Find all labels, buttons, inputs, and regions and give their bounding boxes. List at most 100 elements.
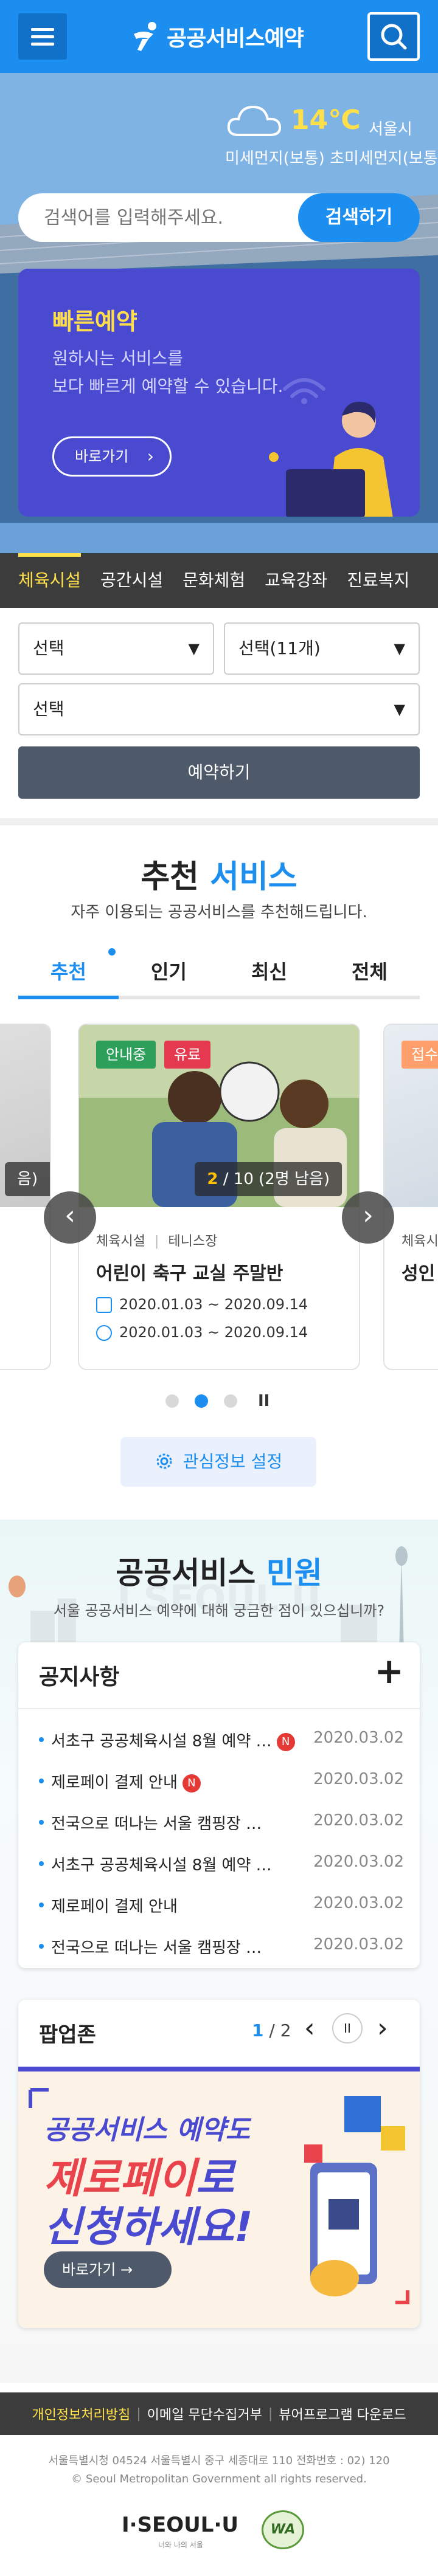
status-badge: 접수 bbox=[401, 1041, 438, 1069]
service-card-prev[interactable]: 음) bbox=[0, 1024, 51, 1370]
logo-text: 공공서비스예약 bbox=[167, 26, 304, 51]
new-badge: N bbox=[276, 1733, 295, 1751]
temperature: 14℃ bbox=[291, 105, 361, 136]
quick-reservation-card: 빠른예약 원하시는 서비스를 보다 빠르게 예약할 수 있습니다. 바로가기 › bbox=[18, 269, 420, 517]
select-value: 선택 bbox=[33, 638, 64, 658]
zeropay-banner[interactable]: 공공서비스 예약도 제로페이로 신청하세요! 바로가기 → bbox=[18, 2067, 420, 2328]
service-card-next[interactable]: 접수 체육시 성인 bbox=[383, 1024, 438, 1370]
search-bar: 검색하기 bbox=[18, 193, 420, 242]
reserve-button[interactable]: 예약하기 bbox=[18, 746, 420, 799]
gear-icon bbox=[156, 1453, 172, 1469]
clock-icon bbox=[96, 1325, 112, 1341]
notice-item[interactable]: 서초구 공공체육시설 8월 예약 … N 2020.03.02 bbox=[39, 1729, 404, 1753]
header-search-button[interactable] bbox=[367, 12, 420, 61]
banner-go-button[interactable]: 바로가기 → bbox=[44, 2251, 172, 2288]
tab-all[interactable]: 전체 bbox=[319, 948, 420, 996]
footer-address: 서울특별시청 04524 서울특별시 중구 세종대로 110 전화번호 : 02… bbox=[0, 2452, 438, 2488]
notice-date: 2020.03.02 bbox=[313, 1811, 404, 1830]
tab-education[interactable]: 교육강좌 bbox=[265, 553, 327, 608]
card-category: 체육시 bbox=[401, 1234, 438, 1249]
banner-line-1: 공공서비스 예약도 bbox=[44, 2115, 251, 2146]
tab-popular[interactable]: 인기 bbox=[119, 948, 219, 996]
viewer-download-link[interactable]: 뷰어프로그램 다운로드 bbox=[279, 2404, 406, 2423]
bullet bbox=[39, 1944, 44, 1949]
interest-settings-button[interactable]: 관심정보 설정 bbox=[120, 1437, 316, 1487]
popup-zone: 팝업존 1 / 2 ‹ II › 공공서비스 예약도 제로페이로 신청하세요! … bbox=[18, 2000, 420, 2328]
menu-icon-line bbox=[31, 43, 54, 46]
region-select[interactable]: 선택 ▼ bbox=[18, 622, 214, 675]
interest-label: 관심정보 설정 bbox=[182, 1452, 283, 1472]
notice-item-title: 전국으로 떠나는 서울 캠핑장 … bbox=[51, 1939, 262, 1957]
carousel-next-button[interactable]: › bbox=[342, 1191, 394, 1244]
notice-item[interactable]: 서초구 공공체육시설 8월 예약 … 2020.03.02 bbox=[39, 1853, 404, 1877]
site-logo[interactable]: 공공서비스예약 bbox=[131, 15, 308, 58]
notice-item-title: 서초구 공공체육시설 8월 예약 … bbox=[51, 1856, 272, 1875]
page-dot-active[interactable] bbox=[195, 1394, 208, 1408]
notice-text: 서초구 공공체육시설 8월 예약 … bbox=[51, 1732, 272, 1751]
divider bbox=[18, 1708, 420, 1709]
dust-status: 미세먼지(보통) 초미세먼지(보통) bbox=[225, 150, 438, 168]
caret-down-icon: ▼ bbox=[188, 640, 200, 657]
search-input[interactable] bbox=[44, 193, 299, 242]
tab-sports-facility[interactable]: 체육시설 bbox=[18, 553, 82, 608]
notice-item[interactable]: 제로페이 결제 안내 N 2020.03.02 bbox=[39, 1770, 404, 1794]
pause-button[interactable]: II bbox=[332, 2013, 363, 2044]
notice-date: 2020.03.02 bbox=[313, 1935, 404, 1954]
quick-description: 원하시는 서비스를 bbox=[52, 348, 183, 368]
address-text: 서울특별시청 04524 서울특별시 중구 세종대로 110 전화번호 : 02… bbox=[48, 2454, 390, 2467]
separator: | bbox=[136, 2406, 141, 2422]
civil-service-title: 공공서비스 민원 bbox=[0, 1549, 438, 1593]
count-current: 2 bbox=[207, 1170, 218, 1188]
chevron-right-icon[interactable]: › bbox=[377, 2013, 388, 2044]
tab-recommended[interactable]: 추천 bbox=[18, 948, 119, 996]
notice-date: 2020.03.02 bbox=[313, 1729, 404, 1747]
notice-item-title: 전국으로 떠나는 서울 캠핑장 … bbox=[51, 1815, 262, 1833]
detail-select[interactable]: 선택 ▼ bbox=[18, 683, 420, 735]
notice-item[interactable]: 전국으로 떠나는 서울 캠핑장 … 2020.03.02 bbox=[39, 1811, 404, 1836]
remaining-count: 음) bbox=[4, 1162, 50, 1196]
notice-panel: 공지사항 + 서초구 공공체육시설 8월 예약 … N 2020.03.02 제로… bbox=[18, 1642, 420, 1968]
iseoulu-logo: I·SEOUL·U bbox=[122, 2513, 238, 2537]
card-date: 2020.01.03 ~ 2020.09.14 bbox=[96, 1296, 308, 1313]
iseoulu-logo-sub: 너와 나의 서울 bbox=[158, 2541, 203, 2549]
bullet bbox=[39, 1903, 44, 1907]
active-tab-indicator bbox=[18, 996, 119, 999]
page-dot[interactable] bbox=[165, 1394, 179, 1408]
count-rest: / 10 (2명 남음) bbox=[218, 1170, 330, 1188]
civil-service-subtitle: 서울 공공서비스 예약에 대해 궁금한 점이 있으십니까? bbox=[53, 1602, 385, 1619]
select-value: 선택(11개) bbox=[238, 638, 321, 658]
email-refusal-link[interactable]: 이메일 무단수집거부 bbox=[147, 2404, 262, 2423]
weather-widget: 14℃ 서울시 미세먼지(보통) 초미세먼지(보통) bbox=[225, 98, 438, 171]
page-dot[interactable] bbox=[224, 1394, 237, 1408]
popup-page-total: / 2 bbox=[269, 2020, 291, 2040]
privacy-policy-link[interactable]: 개인정보처리방침 bbox=[32, 2404, 130, 2423]
quick-title: 빠른예약 bbox=[52, 308, 137, 335]
civil-title-accent: 민원 bbox=[266, 1555, 322, 1591]
remaining-count: 2 / 10 (2명 남음) bbox=[195, 1162, 342, 1196]
pause-icon[interactable]: II bbox=[258, 1392, 269, 1410]
popup-title: 팝업존 bbox=[39, 2023, 96, 2047]
tab-space-facility[interactable]: 공간시설 bbox=[100, 553, 163, 608]
service-card[interactable]: 안내중 유료 2 / 10 (2명 남음) 체육시설 | 테니스장 어린이 축구… bbox=[78, 1024, 360, 1370]
plus-icon[interactable]: + bbox=[374, 1653, 404, 1689]
facility-select[interactable]: 선택(11개) ▼ bbox=[224, 622, 420, 675]
popup-page-current: 1 bbox=[252, 2020, 264, 2040]
menu-icon bbox=[31, 28, 54, 31]
select-value: 선택 bbox=[33, 699, 64, 719]
carousel-prev-button[interactable]: ‹ bbox=[44, 1191, 96, 1244]
footer-logos: I·SEOUL·U 너와 나의 서울 WA bbox=[122, 2510, 316, 2553]
tab-medical-welfare[interactable]: 진료복지 bbox=[347, 553, 409, 608]
active-tab-dot bbox=[108, 948, 116, 956]
quick-go-button[interactable]: 바로가기 › bbox=[52, 436, 172, 477]
chevron-left-icon[interactable]: ‹ bbox=[304, 2013, 315, 2044]
notice-item[interactable]: 제로페이 결제 안내 2020.03.02 bbox=[39, 1894, 404, 1918]
status-badge: 안내중 bbox=[96, 1041, 156, 1069]
menu-button[interactable] bbox=[18, 13, 67, 60]
separator: | bbox=[268, 2406, 273, 2422]
search-submit-button[interactable]: 검색하기 bbox=[298, 193, 420, 242]
tab-latest[interactable]: 최신 bbox=[219, 948, 319, 996]
tab-culture[interactable]: 문화체험 bbox=[182, 553, 245, 608]
notice-item[interactable]: 전국으로 떠나는 서울 캠핑장 … 2020.03.02 bbox=[39, 1935, 404, 1960]
menu-icon-line bbox=[31, 35, 54, 38]
popup-page-indicator: 1 / 2 bbox=[252, 2020, 291, 2040]
